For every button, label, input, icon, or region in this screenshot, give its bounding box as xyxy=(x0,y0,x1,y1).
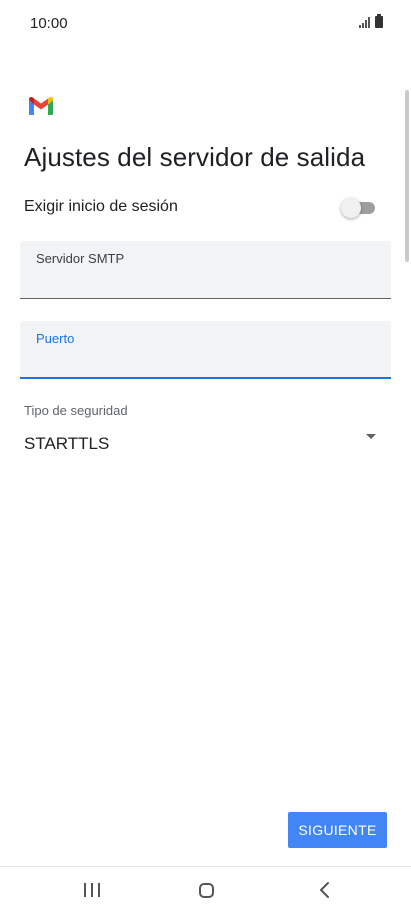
smtp-server-field[interactable]: Servidor SMTP xyxy=(20,241,391,299)
port-field[interactable]: Puerto xyxy=(20,321,391,379)
port-label: Puerto xyxy=(36,331,75,346)
security-type-label: Tipo de seguridad xyxy=(24,403,128,418)
port-underline xyxy=(20,377,391,379)
require-signin-label: Exigir inicio de sesión xyxy=(24,198,178,215)
status-icons xyxy=(359,14,383,28)
require-signin-row[interactable]: Exigir inicio de sesión xyxy=(24,193,379,221)
navigation-bar xyxy=(0,867,411,914)
toggle-thumb xyxy=(341,198,361,218)
smtp-server-underline xyxy=(20,298,391,299)
security-type-dropdown[interactable]: Tipo de seguridad STARTTLS xyxy=(24,402,382,462)
home-icon[interactable] xyxy=(199,883,214,898)
security-type-value[interactable]: STARTTLS xyxy=(24,434,109,454)
smtp-server-input[interactable] xyxy=(36,269,376,293)
smtp-server-label: Servidor SMTP xyxy=(36,251,125,266)
scrollbar-thumb[interactable] xyxy=(405,90,409,262)
dropdown-arrow-icon[interactable] xyxy=(366,434,376,439)
status-time: 10:00 xyxy=(30,15,68,32)
status-bar: 10:00 xyxy=(0,0,411,48)
screen: 10:00 Ajustes del servidor de salida Exi… xyxy=(0,0,411,914)
require-signin-toggle[interactable] xyxy=(341,198,375,218)
next-button[interactable]: SIGUIENTE xyxy=(288,812,387,848)
signal-icon xyxy=(359,17,370,28)
gmail-logo-icon xyxy=(29,97,53,115)
port-input[interactable] xyxy=(36,349,376,373)
battery-icon xyxy=(375,14,383,28)
page-title: Ajustes del servidor de salida xyxy=(24,142,366,172)
back-icon[interactable] xyxy=(317,880,333,900)
recents-icon[interactable] xyxy=(84,883,100,897)
